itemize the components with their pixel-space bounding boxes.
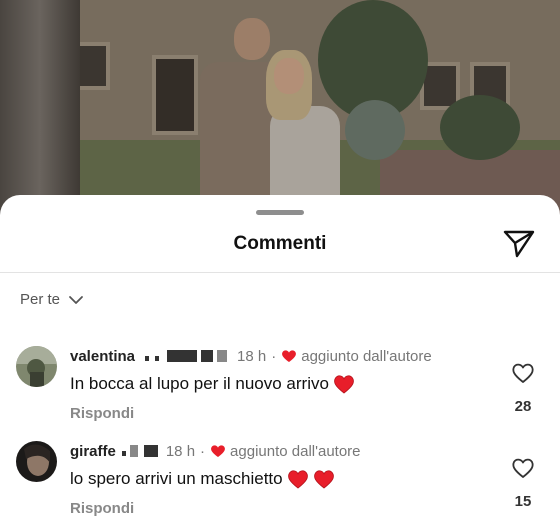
reply-button[interactable]: Rispondi	[70, 405, 500, 422]
comment-time: 18 h	[165, 442, 196, 460]
author-liked-heart-icon	[282, 350, 297, 362]
comment-text: In bocca al lupo per il nuovo arrivo	[70, 374, 329, 393]
post-photo-background	[0, 0, 560, 215]
avatar[interactable]	[16, 346, 57, 387]
red-heart-emoji	[287, 470, 308, 489]
chevron-down-icon	[69, 295, 83, 304]
heart-outline-icon[interactable]	[510, 362, 536, 389]
comment-item: giraffe 18 h · aggiunto dall'autore lo s…	[0, 441, 560, 517]
tree-trunk	[0, 0, 80, 215]
author-liked-heart-icon	[211, 445, 225, 457]
comment-username[interactable]: valentina	[70, 348, 135, 365]
drag-handle[interactable]	[256, 210, 304, 215]
comment-username[interactable]: giraffe	[70, 443, 116, 460]
sort-label: Per te	[20, 291, 61, 308]
separator-dot: ·	[271, 347, 277, 365]
red-heart-emoji	[313, 470, 334, 489]
avatar[interactable]	[16, 441, 57, 482]
villa-door	[152, 55, 198, 135]
redacted-username-part	[143, 350, 231, 362]
bush	[440, 95, 520, 160]
comments-sheet: Commenti Per te valentina 18 h · aggiunt…	[0, 195, 560, 517]
comment-text-row: lo spero arrivi un maschietto	[70, 467, 500, 491]
bush	[345, 100, 405, 160]
person-woman	[262, 50, 352, 215]
separator-dot: ·	[200, 442, 206, 460]
comment-text-row: In bocca al lupo per il nuovo arrivo	[70, 372, 500, 396]
sheet-title: Commenti	[233, 233, 327, 254]
comment-item: valentina 18 h · aggiunto dall'autore In…	[0, 346, 560, 442]
sort-dropdown[interactable]: Per te	[20, 291, 84, 308]
author-liked-note: aggiunto dall'autore	[230, 442, 361, 460]
author-liked-note: aggiunto dall'autore	[301, 347, 432, 365]
reply-button[interactable]: Rispondi	[70, 500, 500, 517]
comment-time: 18 h	[237, 347, 267, 365]
heart-outline-icon[interactable]	[510, 457, 536, 484]
divider	[0, 272, 560, 273]
paper-plane-icon[interactable]	[502, 229, 536, 259]
redacted-username-part	[120, 445, 160, 457]
red-heart-emoji	[334, 375, 354, 394]
like-count: 28	[514, 398, 532, 415]
comment-text: lo spero arrivi un maschietto	[70, 469, 283, 488]
like-count: 15	[514, 493, 532, 510]
